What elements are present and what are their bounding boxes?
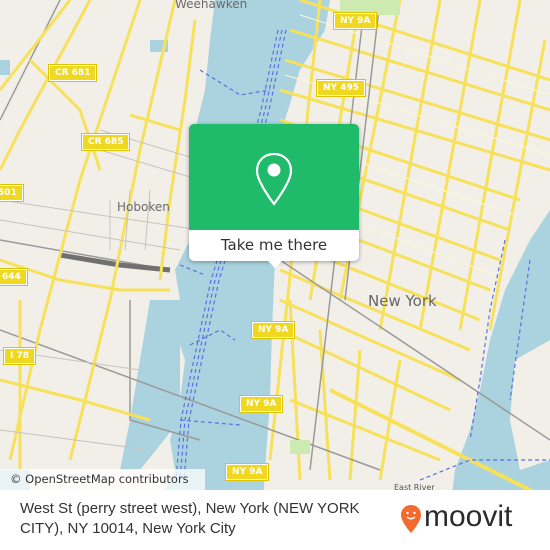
moovit-logo[interactable]: moovit <box>400 500 540 534</box>
route-shield: NY 9A <box>332 12 378 30</box>
place-label-weehawken: Weehawken <box>175 0 248 11</box>
route-shield: NY 9A <box>238 395 284 413</box>
route-shield: 501 <box>0 184 24 202</box>
route-shield: 644 <box>0 268 28 286</box>
location-popup: Take me there <box>189 124 359 268</box>
route-shield: CR 681 <box>47 64 98 82</box>
popup-header <box>189 124 359 230</box>
popup-tail <box>268 261 282 268</box>
address-text: West St (perry street west), New York (N… <box>20 500 360 537</box>
moovit-pin-icon <box>401 505 421 533</box>
route-shield: NY 9A <box>224 463 270 481</box>
footer: West St (perry street west), New York (N… <box>0 490 550 550</box>
route-shield: CR 685 <box>80 133 131 151</box>
take-me-there-button[interactable]: Take me there <box>189 230 359 261</box>
moovit-wordmark: moovit <box>424 500 513 533</box>
location-pin-icon <box>255 152 293 206</box>
map-attribution[interactable]: © OpenStreetMap contributors <box>0 469 205 490</box>
pond <box>0 60 10 75</box>
route-shield: NY 495 <box>316 79 366 97</box>
map-canvas[interactable] <box>0 0 550 550</box>
place-label-hoboken: Hoboken <box>117 200 170 214</box>
route-shield: I 78 <box>2 347 37 365</box>
place-label-new-york: New York <box>368 292 437 310</box>
map[interactable]: Weehawken Hoboken New York East River CR… <box>0 0 550 550</box>
route-shield: NY 9A <box>250 321 296 339</box>
park <box>290 440 310 454</box>
